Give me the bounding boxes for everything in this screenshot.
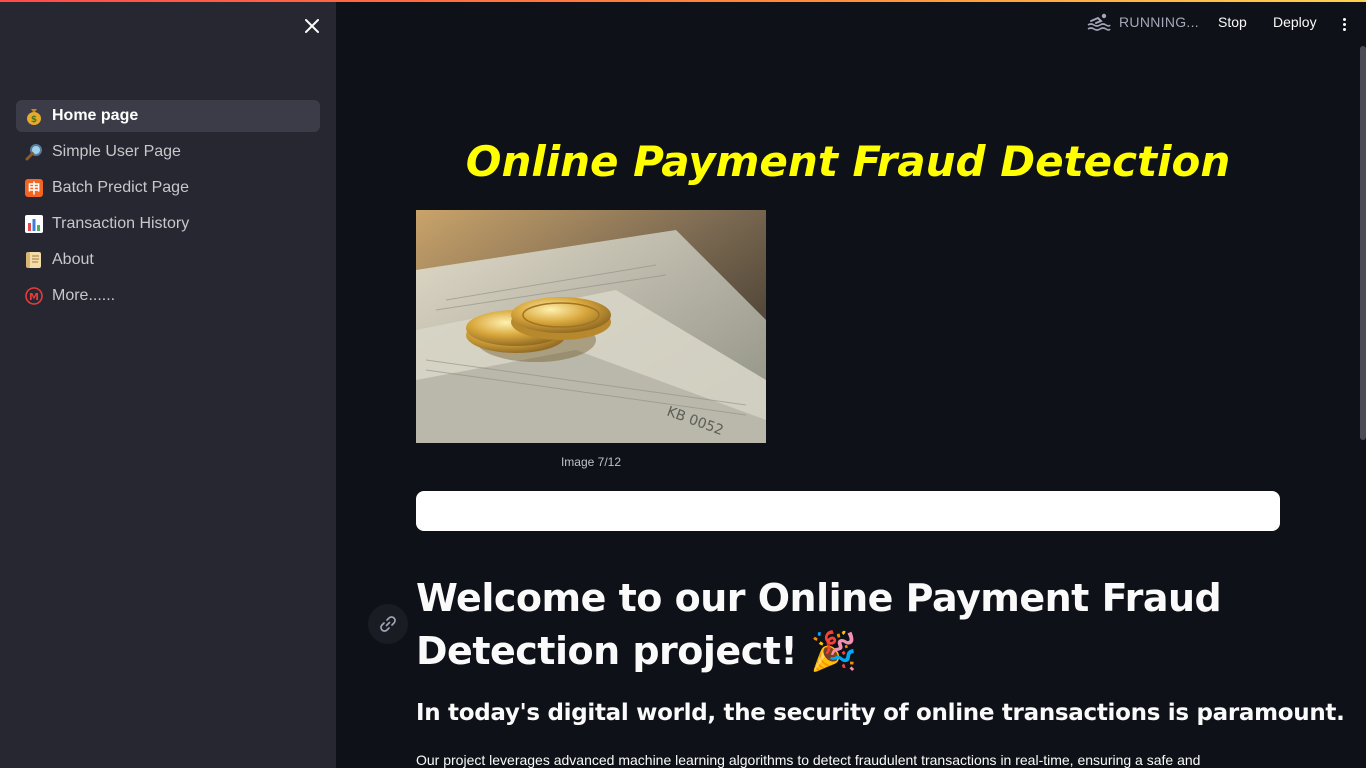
close-icon: [305, 19, 319, 33]
money-bag-icon: $: [24, 106, 44, 126]
welcome-heading: Welcome to our Online Payment Fraud Dete…: [416, 572, 1296, 678]
image-caption: Image 7/12: [560, 455, 622, 469]
link-icon: [380, 616, 396, 632]
circled-m-icon: M: [24, 286, 44, 306]
sidebar-item-label: Batch Predict Page: [52, 179, 189, 196]
welcome-line-2: Detection project! 🎉: [416, 629, 857, 673]
intro-paragraph: Our project leverages advanced machine l…: [416, 752, 1201, 768]
top-decoration-bar: [0, 0, 1366, 2]
scroll-icon: [24, 250, 44, 270]
svg-text:$: $: [31, 115, 37, 125]
close-sidebar-button[interactable]: [300, 14, 324, 38]
bar-chart-icon: [24, 214, 44, 234]
welcome-line-1: Welcome to our Online Payment Fraud: [416, 576, 1222, 620]
sidebar-item-label: Home page: [52, 107, 139, 124]
main-content: Online Payment Fraud Detection KB 0052 I…: [336, 0, 1360, 768]
sidebar-item-label: Simple User Page: [52, 143, 181, 160]
batch-icon: 申: [24, 178, 44, 198]
sidebar-item-more[interactable]: M More......: [16, 280, 320, 312]
sidebar-item-label: More......: [52, 287, 116, 304]
magnifier-icon: [24, 142, 44, 162]
sidebar-item-about[interactable]: About: [16, 244, 320, 276]
page-title: Online Payment Fraud Detection: [452, 130, 1244, 192]
sidebar-item-simple-user[interactable]: Simple User Page: [16, 136, 320, 168]
sidebar-nav: $ Home page Simple User Page 申 Batch Pre…: [16, 100, 320, 316]
svg-text:申: 申: [27, 181, 40, 197]
app-title-text: Online Payment Fraud Detection: [465, 136, 1231, 186]
svg-text:M: M: [29, 292, 39, 303]
subheading: In today's digital world, the security o…: [416, 700, 1345, 726]
sidebar-item-transaction-history[interactable]: Transaction History: [16, 208, 320, 240]
sidebar-item-label: Transaction History: [52, 215, 190, 232]
carousel-image: KB 0052: [416, 210, 766, 443]
blank-white-bar: [416, 491, 1280, 531]
heading-anchor-link[interactable]: [368, 604, 408, 644]
page-scrollbar[interactable]: [1360, 46, 1366, 440]
sidebar: $ Home page Simple User Page 申 Batch Pre…: [0, 0, 336, 768]
sidebar-item-home[interactable]: $ Home page: [16, 100, 320, 132]
sidebar-item-batch-predict[interactable]: 申 Batch Predict Page: [16, 172, 320, 204]
sidebar-item-label: About: [52, 251, 94, 268]
